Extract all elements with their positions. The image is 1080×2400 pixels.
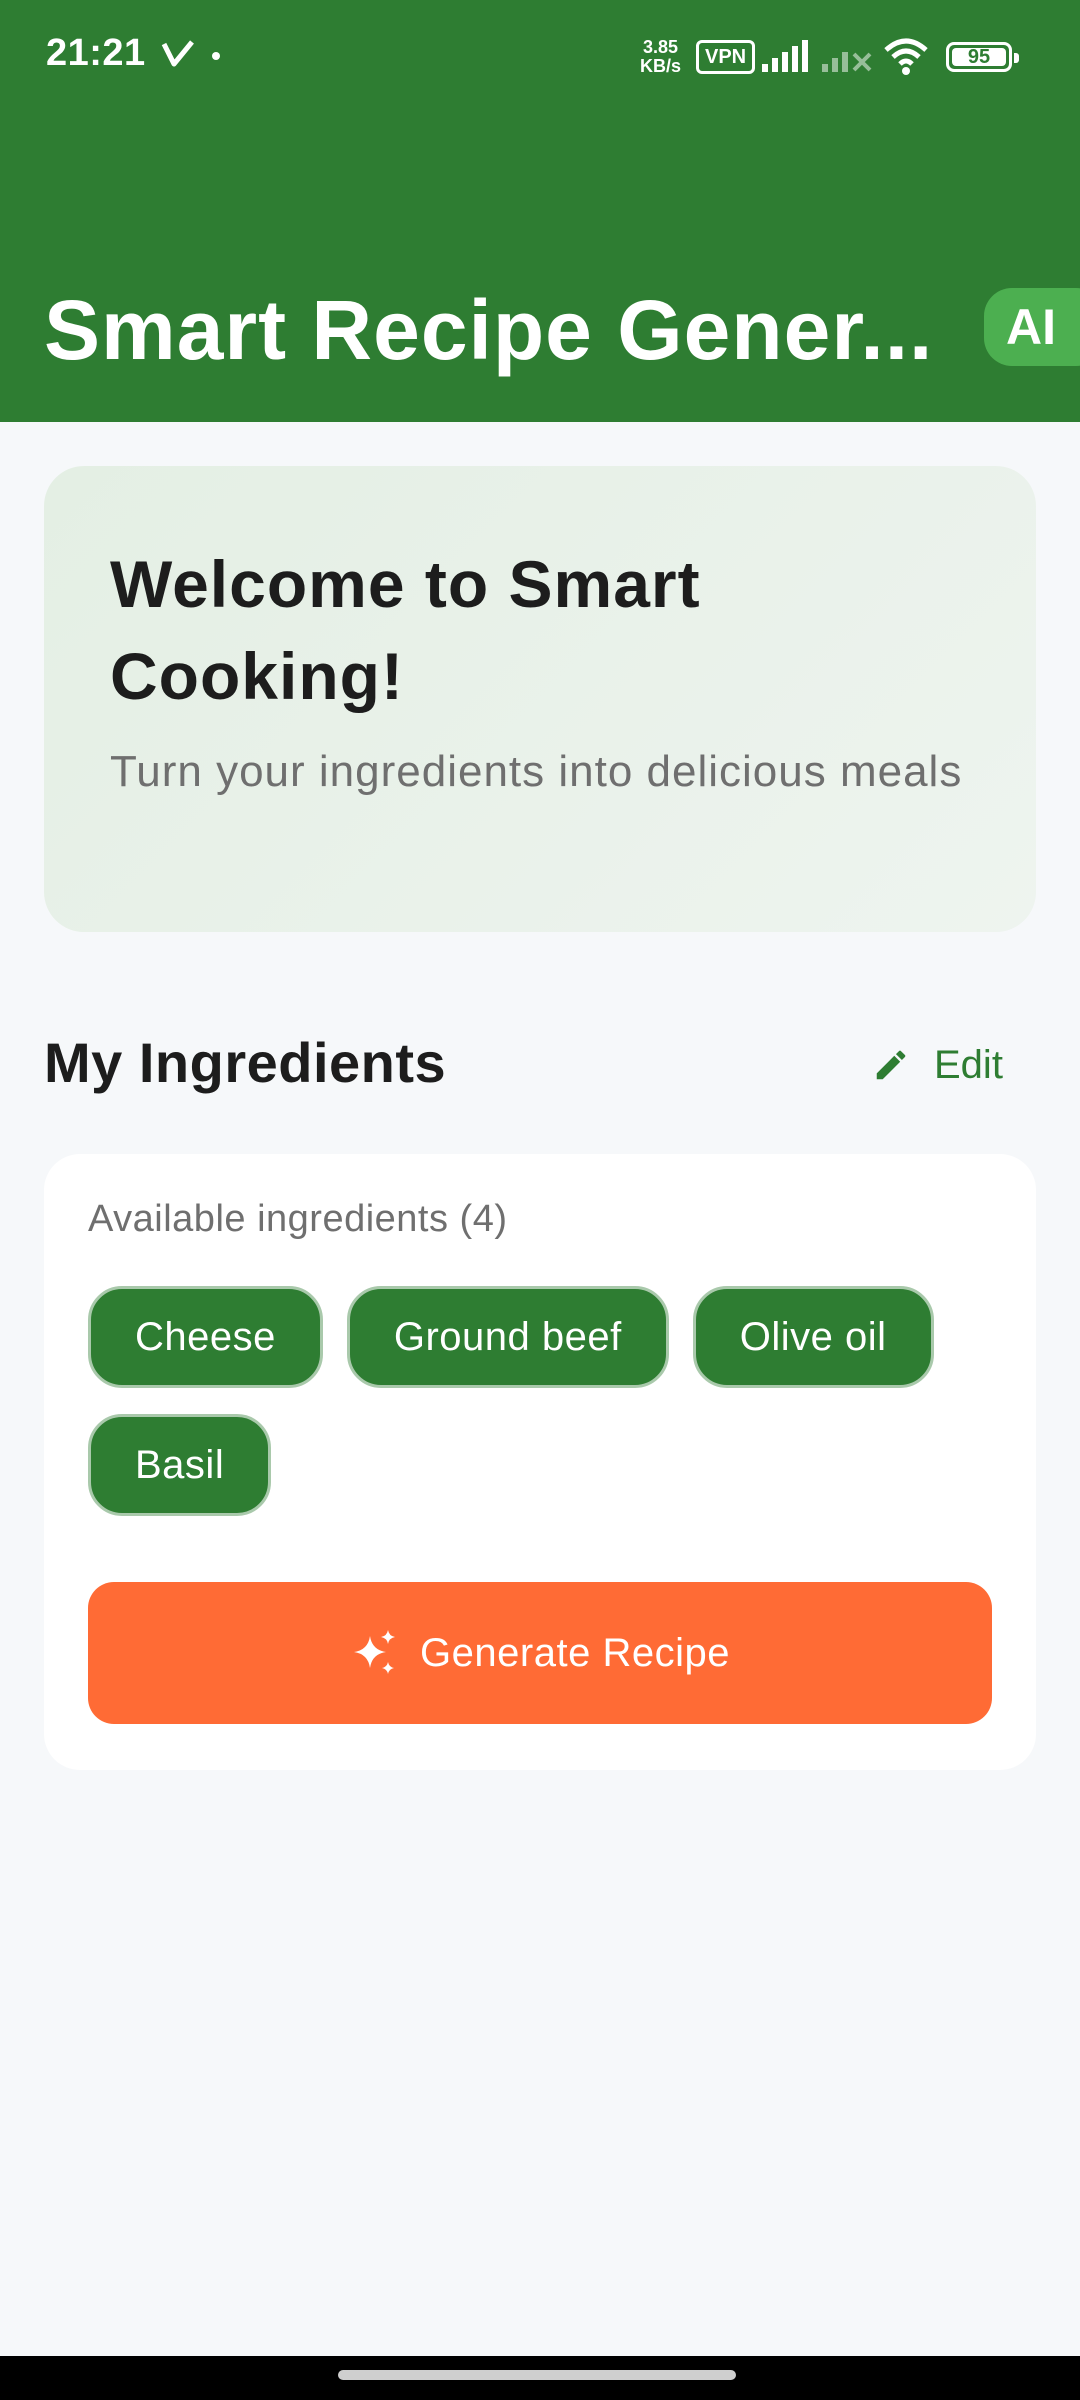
generate-recipe-button[interactable]: Generate Recipe [88,1582,992,1724]
signal-strength-secondary-icon [822,52,872,72]
sparkle-icon [354,1630,396,1674]
ingredients-card: Available ingredients (4) Cheese Ground … [44,1154,1036,1770]
available-ingredients-label: Available ingredients (4) [88,1198,508,1240]
ingredient-chip[interactable]: Basil [88,1414,272,1516]
ingredient-chip[interactable]: Olive oil [692,1286,934,1388]
signal-strength-icon [762,40,808,72]
welcome-subtitle: Turn your ingredients into delicious mea… [110,747,963,796]
app-bar: 21:21 3.85 KB/s VPN 95 Smart Recipe Gene… [0,0,1080,422]
vpn-badge: VPN [696,40,756,74]
generate-recipe-label: Generate Recipe [420,1630,730,1675]
network-speed-value: 3.85 [642,37,679,57]
system-navigation-bar [0,2356,1080,2400]
welcome-card: Welcome to Smart Cooking! Turn your ingr… [44,466,1036,932]
pencil-icon [876,1050,906,1080]
ingredient-chip[interactable]: Cheese [88,1286,323,1388]
battery-icon: 95 [946,42,1019,72]
status-time: 21:21 [46,32,146,74]
welcome-title: Welcome to Smart Cooking! [110,547,701,713]
network-speed-unit: KB/s [640,56,682,76]
network-speed: 3.85 KB/s [640,38,681,76]
notification-dot-icon [212,52,220,60]
wifi-icon [884,38,928,75]
home-indicator[interactable] [338,2370,736,2380]
vpn-key-icon [161,40,194,67]
ingredients-section-title: My Ingredients [44,1031,447,1094]
status-bar: 21:21 3.85 KB/s VPN 95 [0,0,1080,110]
ingredient-chip[interactable]: Ground beef [346,1286,669,1388]
edit-label: Edit [934,1042,1003,1087]
app-title: Smart Recipe Gener... [44,283,934,377]
ingredient-chip-list: Cheese Ground beef Olive oil Basil [88,1286,988,1516]
edit-ingredients-button[interactable]: Edit [872,1030,1003,1100]
ai-badge[interactable]: AI [984,288,1080,366]
battery-level: 95 [952,46,1006,68]
